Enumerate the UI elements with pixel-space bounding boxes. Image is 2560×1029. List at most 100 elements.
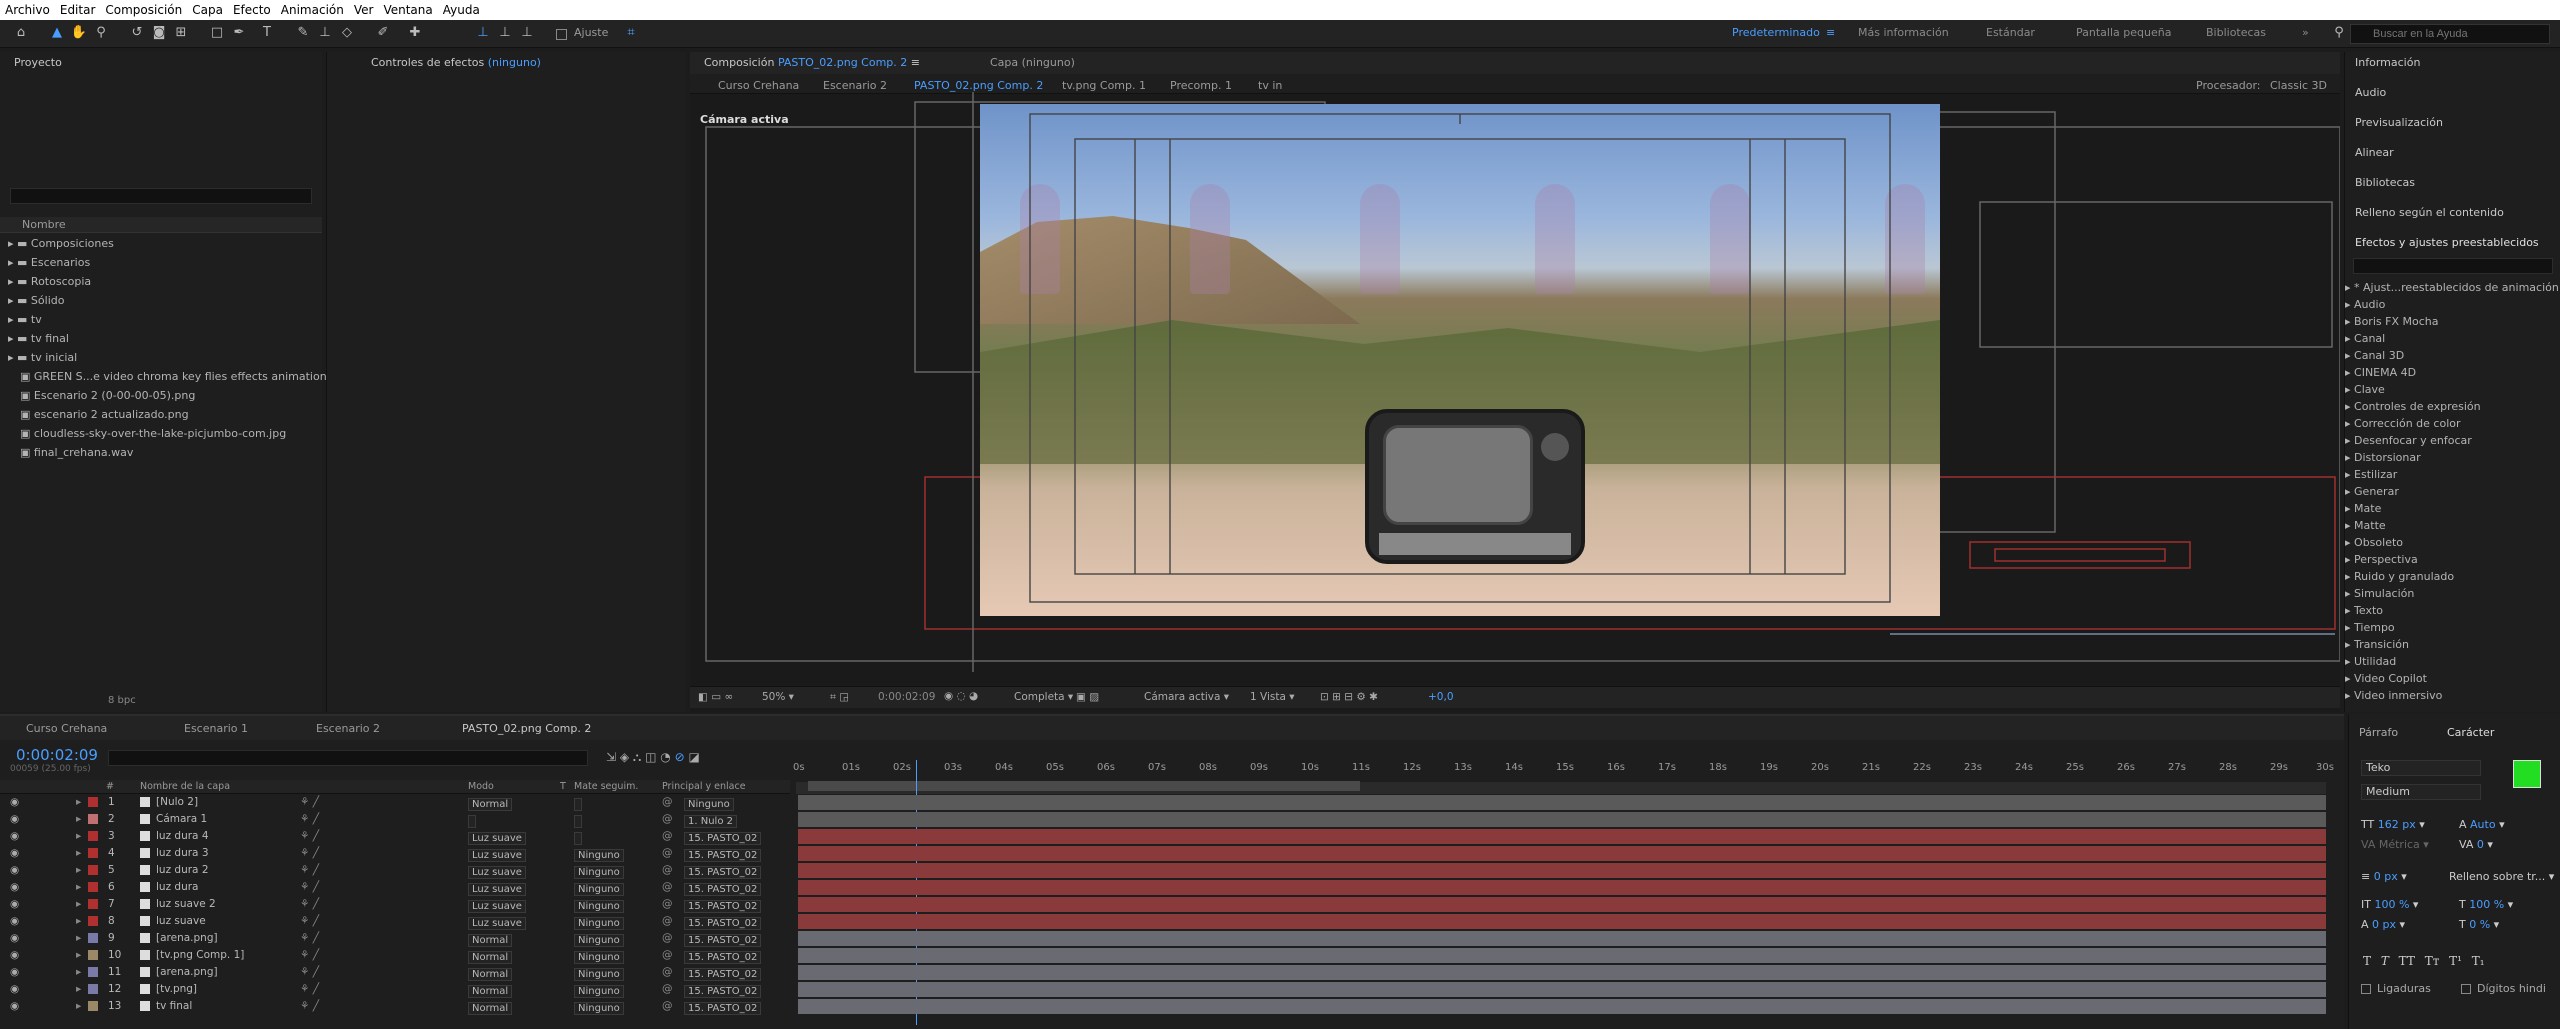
layer-duration-bar[interactable] bbox=[798, 846, 2326, 861]
pan-behind-icon[interactable]: ⊞ bbox=[172, 24, 190, 42]
camera-tool-icon[interactable]: ◙ bbox=[150, 24, 168, 42]
pickwhip-icon[interactable]: @ bbox=[662, 1000, 673, 1012]
brush-tool-icon[interactable]: ✎ bbox=[294, 24, 312, 42]
text-style-buttons[interactable]: T T TT Tт T¹ T₁ bbox=[2363, 954, 2485, 968]
pickwhip-icon[interactable]: @ bbox=[662, 898, 673, 910]
panel-previsualizacion[interactable]: Previsualización bbox=[2355, 116, 2443, 129]
effect-category[interactable]: ▸ Video inmersivo bbox=[2345, 689, 2442, 702]
expand-arrow-icon[interactable]: ▸ bbox=[76, 847, 81, 859]
effect-category[interactable]: ▸ Simulación bbox=[2345, 587, 2414, 600]
pickwhip-icon[interactable]: @ bbox=[662, 949, 673, 961]
expand-arrow-icon[interactable]: ▸ bbox=[76, 983, 81, 995]
layer-switches[interactable]: ⚘ ╱ bbox=[300, 932, 319, 944]
work-area-bar[interactable] bbox=[808, 781, 1360, 791]
snap-options-icon[interactable]: ⌗ bbox=[622, 24, 640, 42]
layer-duration-bar[interactable] bbox=[798, 982, 2326, 997]
workspace-bibliotecas[interactable]: Bibliotecas bbox=[2206, 26, 2266, 39]
effect-category[interactable]: ▸ Generar bbox=[2345, 485, 2399, 498]
layer-switches[interactable]: ⚘ ╱ bbox=[300, 1000, 319, 1012]
expand-arrow-icon[interactable]: ▸ bbox=[76, 1000, 81, 1012]
roto-brush-icon[interactable]: ✐ bbox=[374, 24, 392, 42]
layer-switches[interactable]: ⚘ ╱ bbox=[300, 847, 319, 859]
expand-arrow-icon[interactable]: ▸ bbox=[76, 864, 81, 876]
layer-name[interactable]: luz dura 2 bbox=[156, 864, 209, 876]
menu-efecto[interactable]: Efecto bbox=[228, 3, 276, 17]
layer-duration-bar[interactable] bbox=[798, 897, 2326, 912]
rotate-tool-icon[interactable]: ↺ bbox=[128, 24, 146, 42]
timeline-tab[interactable]: Curso Crehana bbox=[26, 722, 107, 735]
layer-name[interactable]: [arena.png] bbox=[156, 932, 218, 944]
label-color-swatch[interactable] bbox=[88, 899, 98, 909]
pickwhip-icon[interactable]: @ bbox=[662, 847, 673, 859]
workspace-menu-icon[interactable]: ≡ bbox=[1826, 26, 1835, 39]
label-color-swatch[interactable] bbox=[88, 967, 98, 977]
layer-switches[interactable]: ⚘ ╱ bbox=[300, 881, 319, 893]
toggle-masks-icon[interactable]: ◧ ▭ ∞ bbox=[698, 691, 733, 703]
label-color-swatch[interactable] bbox=[88, 865, 98, 875]
layer-switches[interactable]: ⚘ ╱ bbox=[300, 813, 319, 825]
layer-row[interactable]: ◉ ▸ 2 Cámara 1 ⚘ ╱ @1. Nulo 2 bbox=[0, 811, 790, 828]
expand-arrow-icon[interactable]: ▸ bbox=[76, 813, 81, 825]
pickwhip-icon[interactable]: @ bbox=[662, 915, 673, 927]
layer-duration-bar[interactable] bbox=[798, 829, 2326, 844]
layer-name[interactable]: luz suave bbox=[156, 915, 206, 927]
visibility-eye-icon[interactable]: ◉ bbox=[10, 1000, 19, 1012]
expand-arrow-icon[interactable]: ▸ bbox=[76, 898, 81, 910]
layer-duration-bar[interactable] bbox=[798, 931, 2326, 946]
visibility-eye-icon[interactable]: ◉ bbox=[10, 796, 19, 808]
layer-name[interactable]: luz dura 4 bbox=[156, 830, 209, 842]
project-item[interactable]: ▸ ▬ Sólido bbox=[8, 292, 64, 310]
layer-name[interactable]: [tv.png] bbox=[156, 983, 197, 995]
layer-name[interactable]: [tv.png Comp. 1] bbox=[156, 949, 244, 961]
visibility-eye-icon[interactable]: ◉ bbox=[10, 966, 19, 978]
effect-category[interactable]: ▸ Canal bbox=[2345, 332, 2385, 345]
eraser-tool-icon[interactable]: ◇ bbox=[338, 24, 356, 42]
stroke-mode-select[interactable]: Relleno sobre tr... ▾ bbox=[2449, 870, 2554, 883]
label-color-swatch[interactable] bbox=[88, 831, 98, 841]
more-workspaces-icon[interactable]: » bbox=[2302, 26, 2309, 39]
pickwhip-icon[interactable]: @ bbox=[662, 966, 673, 978]
layer-switches[interactable]: ⚘ ╱ bbox=[300, 983, 319, 995]
layer-name[interactable]: [Nulo 2] bbox=[156, 796, 198, 808]
effect-category[interactable]: ▸ Perspectiva bbox=[2345, 553, 2418, 566]
expand-arrow-icon[interactable]: ▸ bbox=[76, 932, 81, 944]
layer-switches[interactable]: ⚘ ╱ bbox=[300, 864, 319, 876]
timeline-tab[interactable]: Escenario 2 bbox=[316, 722, 380, 735]
project-item[interactable]: ▣ escenario 2 actualizado.png bbox=[20, 406, 189, 424]
timeline-switches-icons[interactable]: ⇲ ◈ ⛬ ◫ ◔ ⊘ ◪ bbox=[606, 750, 700, 765]
col-layer-name[interactable]: Nombre de la capa bbox=[140, 781, 230, 792]
effect-category[interactable]: ▸ Texto bbox=[2345, 604, 2383, 617]
layer-row[interactable]: ◉ ▸ 6 luz dura ⚘ ╱ Luz suave Ninguno @15. PASTO… bbox=[0, 879, 790, 896]
layer-name[interactable]: [arena.png] bbox=[156, 966, 218, 978]
local-axis-icon[interactable]: ⊥ bbox=[474, 24, 492, 42]
menu-editar[interactable]: Editar bbox=[55, 3, 101, 17]
panel-bibliotecas[interactable]: Bibliotecas bbox=[2355, 176, 2415, 189]
effect-category[interactable]: ▸ CINEMA 4D bbox=[2345, 366, 2416, 379]
menu-ver[interactable]: Ver bbox=[349, 3, 379, 17]
zoom-select[interactable]: 50% ▾ bbox=[762, 691, 794, 703]
visibility-eye-icon[interactable]: ◉ bbox=[10, 830, 19, 842]
render-options-icon[interactable]: ⊡ ⊞ ⊟ ⚙ ✱ bbox=[1320, 691, 1378, 703]
layer-switches[interactable]: ⚘ ╱ bbox=[300, 915, 319, 927]
layer-row[interactable]: ◉ ▸ 7 luz suave 2 ⚘ ╱ Luz suave Ninguno @15. PA… bbox=[0, 896, 790, 913]
project-item[interactable]: ▸ ▬ Rotoscopia bbox=[8, 273, 91, 291]
workspace-pantalla-pequena[interactable]: Pantalla pequeña bbox=[2076, 26, 2171, 39]
effect-category[interactable]: ▸ Audio bbox=[2345, 298, 2385, 311]
pen-tool-icon[interactable]: ✒ bbox=[230, 24, 248, 42]
layer-row[interactable]: ◉ ▸ 8 luz suave ⚘ ╱ Luz suave Ninguno @15. PAST… bbox=[0, 913, 790, 930]
effect-category[interactable]: ▸ * Ajust...reestablecidos de animación bbox=[2345, 281, 2559, 294]
effect-category[interactable]: ▸ Obsoleto bbox=[2345, 536, 2403, 549]
hand-tool-icon[interactable]: ✋ bbox=[70, 24, 88, 42]
layer-duration-bar[interactable] bbox=[798, 999, 2326, 1014]
project-item[interactable]: ▸ ▬ tv bbox=[8, 311, 42, 329]
layer-name[interactable]: luz suave 2 bbox=[156, 898, 216, 910]
menu-ayuda[interactable]: Ayuda bbox=[438, 3, 485, 17]
layer-row[interactable]: ◉ ▸ 5 luz dura 2 ⚘ ╱ Luz suave Ninguno @15. PAS… bbox=[0, 862, 790, 879]
layer-switches[interactable]: ⚘ ╱ bbox=[300, 949, 319, 961]
project-item[interactable]: ▸ ▬ tv inicial bbox=[8, 349, 77, 367]
type-tool-icon[interactable]: T bbox=[258, 24, 276, 42]
layer-row[interactable]: ◉ ▸ 9 [arena.png] ⚘ ╱ Normal Ninguno @15. PASTO… bbox=[0, 930, 790, 947]
menu-ventana[interactable]: Ventana bbox=[378, 3, 437, 17]
vertical-scale-field[interactable]: IT 100 % ▾ bbox=[2361, 898, 2418, 911]
timeline-tab-active[interactable]: PASTO_02.png Comp. 2 bbox=[462, 722, 591, 735]
